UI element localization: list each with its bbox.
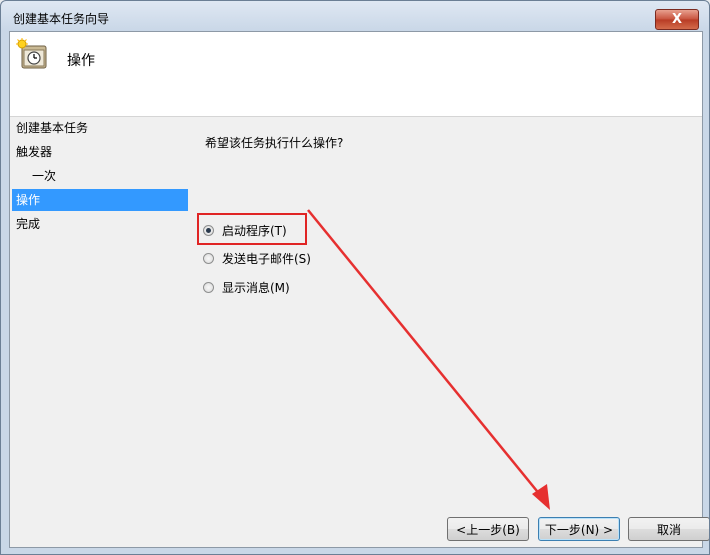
nav-step-finish[interactable]: 完成: [12, 213, 188, 235]
back-button[interactable]: <上一步(B): [447, 517, 529, 541]
option-send-email-label: 发送电子邮件(S): [222, 251, 311, 266]
wizard-header: 操作: [10, 32, 702, 117]
annotation-highlight-box: [197, 213, 307, 245]
page-title: 操作: [67, 53, 95, 69]
wizard-window: 创建基本任务向导 X 操作 创建基本任务 触发器 一次 操作 完成 希望该任务执…: [0, 0, 710, 555]
close-icon: X: [671, 12, 683, 27]
next-button[interactable]: 下一步(N) >: [538, 517, 620, 541]
option-send-email[interactable]: 发送电子邮件(S): [203, 248, 311, 268]
wizard-content: 希望该任务执行什么操作? 启动程序(T) 发送电子邮件(S) 显示消息(M): [190, 117, 702, 547]
cancel-button[interactable]: 取消: [628, 517, 709, 541]
wizard-client-area: 操作 创建基本任务 触发器 一次 操作 完成 希望该任务执行什么操作? 启动程序…: [9, 31, 709, 548]
nav-step-action[interactable]: 操作: [12, 189, 188, 211]
wizard-steps-nav: 创建基本任务 触发器 一次 操作 完成: [10, 117, 190, 547]
action-question: 希望该任务执行什么操作?: [205, 136, 344, 150]
close-button[interactable]: X: [655, 9, 699, 30]
nav-step-trigger[interactable]: 触发器: [12, 141, 188, 163]
option-show-message[interactable]: 显示消息(M): [203, 277, 290, 297]
window-title: 创建基本任务向导: [13, 12, 110, 26]
option-show-message-label: 显示消息(M): [222, 280, 290, 295]
radio-show-message[interactable]: [203, 281, 214, 293]
nav-step-create-basic-task[interactable]: 创建基本任务: [12, 117, 188, 139]
radio-send-email[interactable]: [203, 252, 214, 264]
nav-step-once[interactable]: 一次: [12, 165, 188, 187]
task-clock-icon: [16, 38, 47, 69]
title-bar[interactable]: 创建基本任务向导 X: [1, 1, 709, 31]
